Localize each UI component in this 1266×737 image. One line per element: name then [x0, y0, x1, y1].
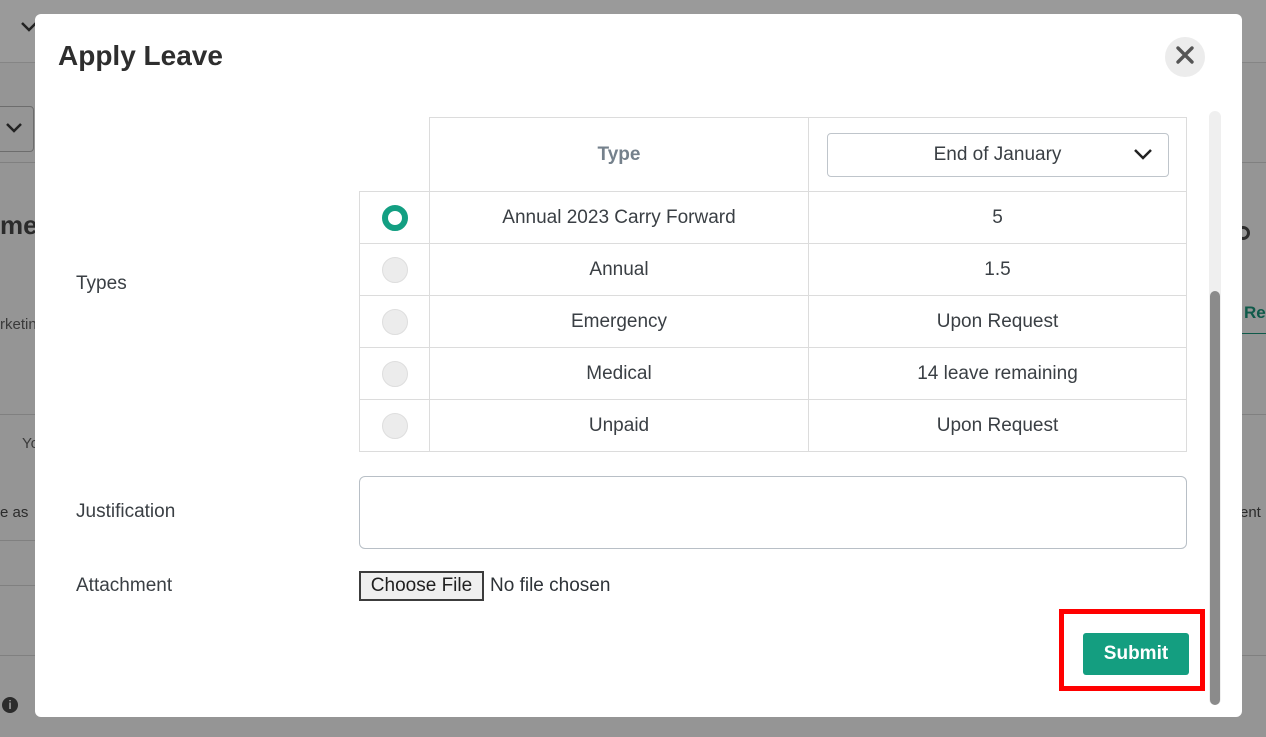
leave-type-balance: Upon Request [808, 295, 1187, 348]
leave-type-name: Medical [429, 347, 809, 400]
leave-type-row[interactable]: Annual 1.5 [359, 243, 1187, 296]
leave-type-radio[interactable] [381, 204, 408, 231]
scrollbar-thumb[interactable] [1210, 291, 1220, 705]
leave-type-radio[interactable] [381, 360, 408, 387]
close-button[interactable] [1165, 37, 1205, 77]
leave-type-name: Emergency [429, 295, 809, 348]
leave-type-name: Annual [429, 243, 809, 296]
leave-types-table: Type End of January Annual 2023 Carry Fo… [359, 117, 1187, 452]
background-dropdown [0, 106, 34, 152]
leave-type-name: Unpaid [429, 399, 809, 452]
leave-type-name: Annual 2023 Carry Forward [429, 191, 809, 244]
types-label: Types [76, 273, 127, 294]
leave-type-balance: 5 [808, 191, 1187, 244]
chevron-down-icon [1132, 146, 1154, 168]
apply-leave-modal: Apply Leave Types Type End of January An [35, 14, 1242, 717]
leave-type-radio[interactable] [381, 412, 408, 439]
leave-type-row[interactable]: Unpaid Upon Request [359, 399, 1187, 452]
leave-type-balance: 14 leave remaining [808, 347, 1187, 400]
background-text-fragment: ent [1240, 504, 1261, 521]
period-select[interactable]: End of January [826, 132, 1169, 177]
attachment-file-input: Choose File No file chosen [359, 571, 610, 601]
leave-type-row[interactable]: Medical 14 leave remaining [359, 347, 1187, 400]
leave-type-radio[interactable] [381, 256, 408, 283]
background-heading-fragment: me [0, 210, 38, 240]
file-status: No file chosen [490, 575, 611, 596]
leave-type-radio[interactable] [381, 308, 408, 335]
leave-type-balance: 1.5 [808, 243, 1187, 296]
type-column-header: Type [597, 143, 641, 165]
leave-type-row[interactable]: Annual 2023 Carry Forward 5 [359, 191, 1187, 244]
info-icon: i [2, 697, 18, 713]
leave-type-row[interactable]: Emergency Upon Request [359, 295, 1187, 348]
attachment-label: Attachment [76, 575, 173, 596]
justification-label: Justification [76, 501, 176, 522]
modal-scrollbar[interactable] [1209, 111, 1221, 705]
submit-button[interactable]: Submit [1083, 633, 1189, 675]
choose-file-button[interactable]: Choose File [359, 571, 484, 601]
justification-textarea[interactable] [359, 476, 1187, 549]
background-text-fragment: rketin [0, 316, 37, 333]
background-text-fragment: e as [0, 504, 29, 521]
close-icon [1175, 45, 1195, 70]
background-link-fragment: Req [1244, 303, 1266, 322]
leave-type-balance: Upon Request [808, 399, 1187, 452]
modal-title: Apply Leave [58, 40, 223, 71]
chevron-down-icon [5, 121, 23, 139]
period-select-value: End of January [933, 143, 1062, 165]
